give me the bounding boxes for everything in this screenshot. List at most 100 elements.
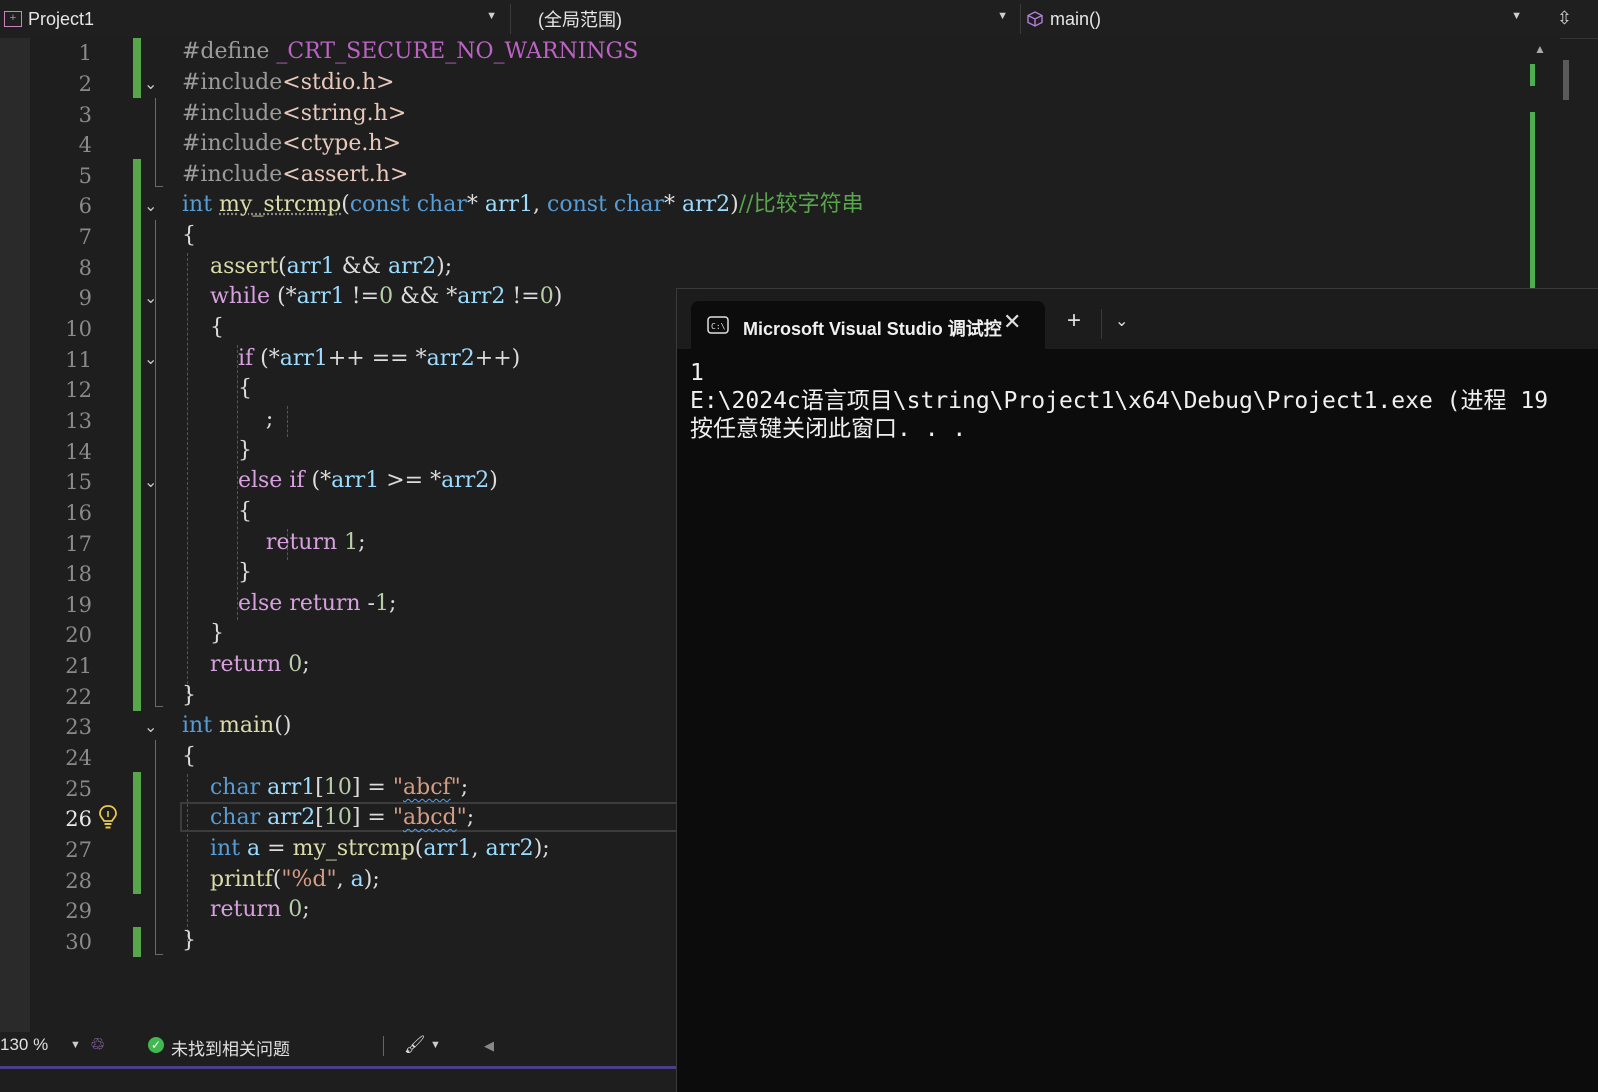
code-line: { [182, 499, 252, 524]
chevron-down-icon[interactable]: ▼ [430, 1039, 441, 1051]
chevron-down-icon[interactable]: ⌄ [144, 349, 164, 369]
change-indicator [133, 927, 141, 957]
code-line: else return -1; [237, 591, 397, 616]
chevron-down-icon[interactable]: ⌄ [144, 288, 164, 308]
line-number: 16 [65, 501, 92, 525]
brush-icon[interactable]: ♲ [90, 1035, 105, 1055]
console-tab[interactable]: C:\ Microsoft Visual Studio 调试控 ✕ [691, 301, 1045, 349]
console-tab-bar: C:\ Microsoft Visual Studio 调试控 ✕ + ⌄ [677, 289, 1598, 349]
scroll-up-icon[interactable]: ▲ [1534, 42, 1546, 56]
chevron-down-icon: ▼ [1511, 10, 1522, 22]
chevron-down-icon[interactable]: ⌄ [1115, 311, 1128, 331]
chevron-down-icon[interactable]: ⌄ [144, 196, 164, 216]
chevron-down-icon[interactable]: ⌄ [144, 74, 164, 94]
line-number: 20 [65, 623, 92, 647]
line-number: 30 [65, 930, 92, 954]
chevron-down-icon[interactable]: ⌄ [144, 717, 164, 737]
issues-status[interactable]: 未找到相关问题 [171, 1035, 290, 1060]
status-divider [383, 1036, 384, 1056]
member-label: main() [1050, 8, 1102, 29]
code-line: int main() [182, 713, 292, 738]
project-dropdown[interactable]: + Project1 ▼ [0, 4, 505, 34]
line-number: 3 [78, 103, 92, 127]
code-line: return 1; [265, 530, 366, 555]
line-number: 11 [65, 348, 92, 372]
code-line: #include<assert.h> [182, 162, 409, 187]
code-line: #define _CRT_SECURE_NO_WARNINGS [182, 39, 639, 64]
code-line: #include<stdio.h> [182, 70, 395, 95]
code-line: printf("%d", a); [209, 867, 380, 892]
code-line: } [182, 621, 224, 646]
line-number: 28 [65, 869, 92, 893]
console-output-line: E:\2024c语言项目\string\Project1\x64\Debug\P… [690, 388, 1549, 414]
code-line: return 0; [209, 897, 310, 922]
code-line: { [182, 223, 196, 248]
line-number: 4 [78, 133, 92, 157]
code-line: #include<ctype.h> [182, 131, 402, 156]
line-number: 2 [78, 72, 92, 96]
change-map-mark [1530, 64, 1535, 86]
chevron-down-icon[interactable]: ▼ [70, 1039, 81, 1051]
line-number: 6 [78, 194, 92, 218]
code-line: if (*arr1++ == *arr2++) [237, 346, 521, 371]
member-dropdown[interactable]: main() ▼ [1024, 4, 1530, 34]
line-number: 15 [65, 470, 92, 494]
code-line: ; [182, 407, 274, 432]
fold-outline [155, 98, 156, 186]
navigation-bar: + Project1 ▼ (全局范围) ▼ main() ▼ ⇳ [0, 0, 1598, 39]
change-map-mark [1530, 112, 1535, 288]
line-number: 7 [78, 225, 92, 249]
code-line: { [182, 376, 252, 401]
line-number: 29 [65, 899, 92, 923]
window-bottom-accent [0, 1066, 680, 1069]
line-number: 24 [65, 746, 92, 770]
line-number: 10 [65, 317, 92, 341]
line-number: 8 [78, 256, 92, 280]
scroll-left-icon[interactable]: ◀ [484, 1038, 494, 1054]
code-line: #include<string.h> [182, 101, 407, 126]
line-number: 25 [65, 777, 92, 801]
check-circle-icon: ✓ [148, 1037, 164, 1053]
code-line: assert(arr1 && arr2); [209, 254, 453, 279]
lightbulb-icon[interactable] [96, 803, 120, 831]
line-number: 17 [65, 532, 92, 556]
scope-dropdown[interactable]: (全局范围) ▼ [514, 4, 1016, 34]
line-number: 18 [65, 562, 92, 586]
console-output-line: 按任意键关闭此窗口. . . [690, 416, 967, 442]
split-window-icon[interactable]: ⇳ [1557, 8, 1572, 29]
code-line: } [182, 683, 196, 708]
code-line: while (*arr1 !=0 && *arr2 !=0) [209, 284, 563, 309]
code-line: return 0; [209, 652, 310, 677]
code-line: int my_strcmp(const char* arr1, const ch… [182, 192, 864, 217]
editor-status-bar: 130 % ▼ ♲ ✓ 未找到相关问题 🖌 ▼ ◀ [0, 1032, 680, 1060]
line-number: 9 [78, 286, 92, 310]
project-name: Project1 [28, 8, 95, 29]
code-line: char arr2[10] = "abcd"; [209, 805, 475, 830]
line-number: 14 [65, 440, 92, 464]
code-line: else if (*arr1 >= *arr2) [237, 468, 498, 493]
chevron-down-icon[interactable]: ⌄ [144, 472, 164, 492]
tab-divider [1101, 309, 1102, 339]
zoom-level[interactable]: 130 % [0, 1035, 48, 1055]
line-number-current: 26 [65, 807, 92, 831]
code-line: { [182, 315, 224, 340]
change-indicator [133, 38, 141, 98]
code-line: } [182, 560, 252, 585]
terminal-icon: C:\ [707, 316, 729, 334]
close-icon[interactable]: ✕ [1003, 309, 1021, 335]
plus-icon[interactable]: + [1067, 307, 1081, 335]
code-line: char arr1[10] = "abcf"; [209, 775, 469, 800]
indent-guide [287, 406, 288, 437]
code-line: } [182, 438, 252, 463]
chevron-down-icon: ▼ [486, 10, 497, 22]
debug-console-window[interactable]: C:\ Microsoft Visual Studio 调试控 ✕ + ⌄ 1 … [676, 288, 1598, 1092]
code-line: { [182, 744, 196, 769]
change-indicator [133, 772, 141, 894]
line-number: 21 [65, 654, 92, 678]
line-number: 22 [65, 685, 92, 709]
brush-icon[interactable]: 🖌 [404, 1035, 426, 1055]
scroll-thumb[interactable] [1563, 60, 1569, 100]
line-number: 23 [65, 715, 92, 739]
project-icon: + [4, 11, 22, 27]
console-output-line: 1 [690, 360, 704, 386]
